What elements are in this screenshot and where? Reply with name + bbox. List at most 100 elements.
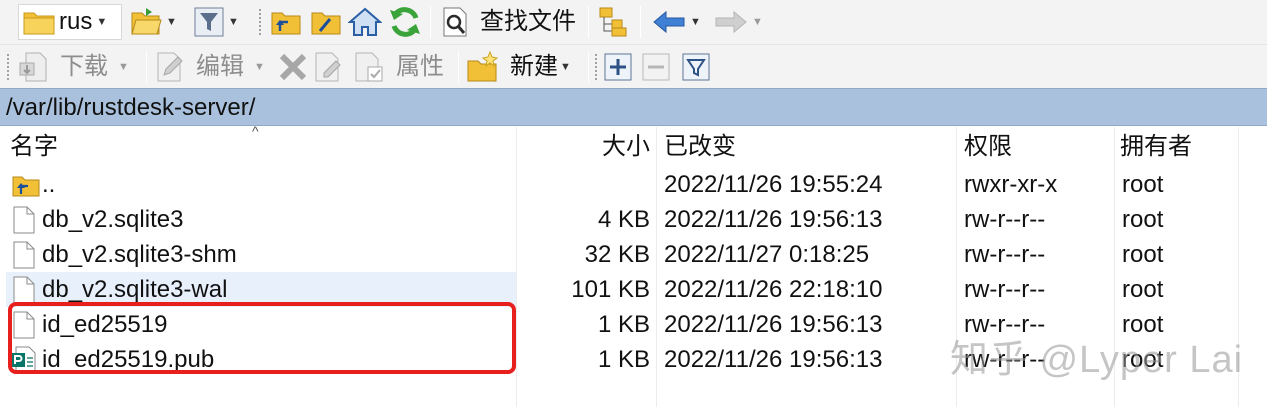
refresh-button[interactable] <box>388 3 422 41</box>
toolbar-separator <box>430 6 431 38</box>
watermark: 知乎 @Lyper Lai <box>950 339 1244 381</box>
home-icon <box>348 7 382 36</box>
file-permissions: rw-r--r-- <box>964 241 1046 268</box>
toolbar-separator <box>458 51 459 83</box>
parent-directory-button[interactable] <box>270 3 302 41</box>
chevron-down-icon[interactable]: ▼ <box>254 48 265 86</box>
home-directory-button[interactable] <box>348 3 382 41</box>
plus-icon <box>604 53 632 81</box>
chevron-down-icon[interactable]: ▼ <box>96 3 107 41</box>
new-folder-icon <box>467 51 499 82</box>
parent-folder-icon <box>12 176 40 197</box>
file-name: db_v2.sqlite3 <box>42 206 184 233</box>
file-modified: 2022/11/26 19:56:13 <box>664 311 883 338</box>
refresh-icon <box>390 7 420 37</box>
file-size: 101 KB <box>571 276 650 303</box>
file-size: 32 KB <box>584 241 650 268</box>
forward-arrow-icon <box>715 10 747 34</box>
chevron-down-icon[interactable]: ▼ <box>560 48 571 86</box>
minus-icon <box>642 53 670 81</box>
root-directory-button[interactable] <box>310 3 342 41</box>
toolbar-separator <box>588 6 589 38</box>
filter-icon <box>682 53 710 81</box>
chevron-down-icon[interactable]: ▼ <box>118 48 129 86</box>
rename-icon <box>315 52 341 82</box>
table-row[interactable]: .. 2022/11/26 19:55:24 rwxr-xr-x root <box>0 167 1267 202</box>
rename-button[interactable] <box>314 48 344 86</box>
toolbar-grip[interactable] <box>6 53 10 81</box>
location-combo[interactable]: rus ▼ <box>18 4 122 40</box>
file-permissions: rwxr-xr-x <box>964 171 1058 198</box>
file-permissions: rw-r--r-- <box>964 206 1046 233</box>
toolbar-grip[interactable] <box>258 8 262 36</box>
delete-button[interactable] <box>278 48 308 86</box>
file-size: 4 KB <box>597 206 650 233</box>
file-icon <box>13 241 35 269</box>
toolbar-separator <box>146 51 147 83</box>
file-owner: root <box>1122 276 1164 303</box>
open-folder-button[interactable]: ▼ <box>130 3 177 41</box>
file-size: 1 KB <box>597 311 650 338</box>
edit-icon <box>157 52 183 82</box>
tree-view-icon <box>599 7 627 37</box>
file-name: .. <box>42 171 56 198</box>
edit-button[interactable]: 编辑 ▼ <box>156 48 265 86</box>
file-modified: 2022/11/27 0:18:25 <box>664 241 870 268</box>
folder-icon <box>23 12 55 35</box>
find-files-label: 查找文件 <box>480 8 576 35</box>
properties-icon <box>355 52 383 82</box>
sort-ascending-icon: ^ <box>252 123 259 139</box>
file-icon <box>13 276 35 304</box>
column-header-owner[interactable]: 拥有者 <box>1120 127 1192 167</box>
column-header-modified[interactable]: 已改变 <box>664 127 736 167</box>
filter-icon <box>194 7 224 37</box>
properties-button[interactable]: 属性 <box>354 48 444 86</box>
path-bar[interactable]: /var/lib/rustdesk-server/ <box>0 88 1267 126</box>
file-owner: root <box>1122 206 1164 233</box>
new-label: 新建 <box>510 53 558 80</box>
chevron-down-icon[interactable]: ▼ <box>166 3 177 41</box>
download-label: 下载 <box>60 53 108 80</box>
back-button[interactable]: ▼ <box>652 3 701 41</box>
edit-label: 编辑 <box>196 53 244 80</box>
column-header-permissions[interactable]: 权限 <box>964 127 1012 167</box>
unselect-files-button[interactable] <box>642 48 670 86</box>
annotation-highlight-box <box>8 302 516 374</box>
toolbar-grip[interactable] <box>594 53 598 81</box>
file-owner: root <box>1122 241 1164 268</box>
chevron-down-icon[interactable]: ▼ <box>690 3 701 41</box>
main-toolbar: rus ▼ ▼ ▼ 查找文件 ▼ ▼ <box>0 0 1267 44</box>
file-name: db_v2.sqlite3-shm <box>42 241 237 268</box>
filter-button[interactable]: ▼ <box>194 3 239 41</box>
chevron-down-icon[interactable]: ▼ <box>228 3 239 41</box>
table-row[interactable]: db_v2.sqlite3-shm 32 KB 2022/11/27 0:18:… <box>0 237 1267 272</box>
download-button[interactable]: 下载 ▼ <box>18 48 129 86</box>
file-toolbar: 下载 ▼ 编辑 ▼ 属性 新建 ▼ <box>0 44 1267 88</box>
new-button[interactable]: 新建 ▼ <box>466 48 571 86</box>
tree-view-button[interactable] <box>598 3 630 41</box>
open-folder-icon <box>131 8 162 35</box>
table-row[interactable]: db_v2.sqlite3 4 KB 2022/11/26 19:56:13 r… <box>0 202 1267 237</box>
file-modified: 2022/11/26 22:18:10 <box>664 276 883 303</box>
toolbar-separator <box>588 51 589 83</box>
location-combo-value: rus <box>59 8 93 35</box>
file-permissions: rw-r--r-- <box>964 276 1046 303</box>
column-header-name[interactable]: 名字 <box>10 127 58 167</box>
find-files-icon <box>443 7 467 37</box>
column-header-size[interactable]: 大小 <box>602 127 650 167</box>
current-path: /var/lib/rustdesk-server/ <box>6 94 256 121</box>
root-folder-icon <box>311 12 341 35</box>
file-modified: 2022/11/26 19:56:13 <box>664 206 883 233</box>
forward-button[interactable]: ▼ <box>714 3 763 41</box>
select-files-button[interactable] <box>604 48 632 86</box>
back-arrow-icon <box>653 10 685 34</box>
file-size: 1 KB <box>597 346 650 373</box>
chevron-down-icon[interactable]: ▼ <box>752 3 763 41</box>
parent-folder-icon <box>271 12 301 35</box>
download-icon <box>19 52 47 82</box>
filter-select-button[interactable] <box>682 48 710 86</box>
file-icon <box>13 206 35 234</box>
find-files-button[interactable]: 查找文件 <box>440 3 576 41</box>
file-owner: root <box>1122 171 1164 198</box>
properties-label: 属性 <box>396 53 444 80</box>
